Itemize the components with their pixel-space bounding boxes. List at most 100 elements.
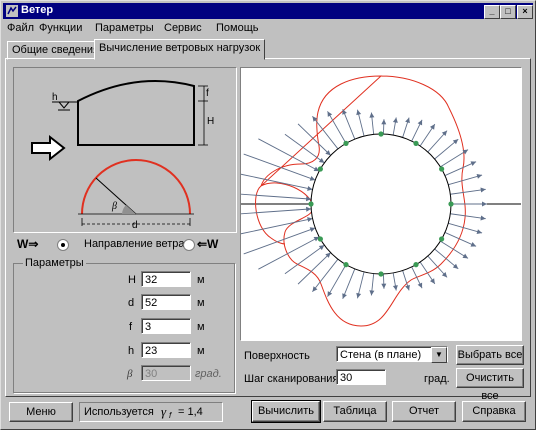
maximize-icon[interactable]: □ [500, 5, 516, 19]
building-schematic: h f H β d [31, 80, 214, 231]
title-bar: Ветер _ □ × [3, 3, 533, 19]
pressure-arrow [243, 227, 316, 255]
menu-help[interactable]: Помощь [216, 22, 259, 34]
gamma-status: Используется γ f = 1,4 [79, 402, 223, 422]
main-window: Ветер _ □ × Файл Функции Параметры Серви… [0, 0, 536, 430]
pressure-node [413, 140, 419, 146]
help-button[interactable]: Справка [462, 401, 526, 422]
surface-select[interactable]: Стена (в плане) ▼ [336, 346, 448, 363]
param-d-unit: м [197, 297, 205, 309]
h-label: h [52, 92, 58, 103]
report-button[interactable]: Отчет [392, 401, 456, 422]
pressure-arrow [243, 153, 316, 181]
param-h-name: h [128, 345, 135, 357]
tab-wind-loads[interactable]: Вычисление ветровых нагрузок [94, 39, 266, 60]
pressure-node [308, 201, 314, 207]
table-button[interactable]: Таблица [323, 401, 387, 422]
param-H-input[interactable]: 32 [141, 271, 191, 287]
pressure-arrow-head [429, 278, 435, 284]
menu-service[interactable]: Сервис [164, 22, 202, 34]
pressure-node [343, 140, 349, 146]
param-f-unit: м [197, 321, 205, 333]
pressure-arrow-head [462, 253, 469, 259]
pressure-arrow-head [318, 157, 325, 163]
wind-pressure-plot [223, 67, 522, 341]
wind-left-label: W⇒ [17, 237, 39, 251]
pressure-node [448, 201, 454, 207]
menu-file[interactable]: Файл [7, 22, 34, 34]
compute-button[interactable]: Вычислить [251, 400, 321, 423]
param-h-unit: м [197, 345, 205, 357]
param-beta-unit: град. [195, 368, 222, 380]
pressure-arrow [450, 188, 486, 195]
pressure-arrow-head [306, 206, 312, 212]
pressure-node [439, 166, 445, 172]
pressure-arrow-head [482, 201, 487, 207]
pressure-node [378, 271, 384, 277]
menu-button[interactable]: Меню [9, 402, 73, 422]
pressure-arrow-head [405, 284, 410, 291]
pressure-node [413, 262, 419, 268]
step-unit: град. [424, 373, 450, 385]
surface-value: Стена (в плане) [340, 349, 422, 361]
pressure-arrow [258, 236, 320, 270]
pressure-arrow-head [392, 117, 398, 123]
param-H-name: H [128, 274, 136, 286]
beta-label: β [111, 201, 117, 212]
pressure-arrow [297, 123, 331, 156]
surface-label: Поверхность [244, 350, 310, 362]
window-title: Ветер [21, 4, 54, 16]
param-d-input[interactable]: 52 [141, 294, 191, 310]
pressure-arrow [223, 192, 312, 200]
pressure-arrow [297, 252, 331, 285]
gamma-prefix: Используется [84, 406, 154, 418]
step-label: Шаг сканирования [244, 373, 339, 385]
pressure-arrow-head [476, 173, 483, 179]
step-input[interactable]: 30 [336, 369, 386, 385]
H-label: H [207, 116, 214, 127]
direction-radio-left[interactable] [57, 239, 69, 251]
param-f-input[interactable]: 3 [141, 318, 191, 334]
param-beta-input: 30 [141, 365, 191, 381]
pressure-arrow-head [480, 187, 486, 193]
select-all-button[interactable]: Выбрать все [456, 345, 524, 365]
direction-radio-right[interactable] [183, 239, 195, 251]
pressure-arrow [450, 213, 486, 220]
structure-circle [310, 133, 452, 275]
app-icon [6, 5, 18, 17]
menu-functions[interactable]: Функции [39, 22, 82, 34]
menu-parameters[interactable]: Параметры [95, 22, 154, 34]
param-h-input[interactable]: 23 [141, 342, 191, 358]
pressure-arrow-head [312, 286, 318, 292]
close-icon[interactable]: × [517, 5, 533, 19]
pressure-arrow [312, 115, 339, 150]
clear-all-button[interactable]: Очистить все [456, 368, 524, 402]
pressure-arrow [448, 174, 483, 186]
pressure-diagram [223, 75, 521, 327]
pressure-arrow-head [381, 119, 387, 125]
gamma-sub: f [169, 411, 172, 420]
gamma-symbol: γ [161, 404, 167, 419]
schematic-panel: h f H β d [13, 67, 237, 233]
pressure-arrow-head [429, 124, 435, 130]
pressure-arrow-head [356, 292, 362, 299]
d-label: d [132, 220, 138, 231]
param-beta-name: β [127, 368, 133, 380]
pressure-node [439, 236, 445, 242]
pressure-arrow-head [405, 117, 410, 124]
pressure-arrow-head [392, 285, 398, 291]
pressure-node [378, 131, 384, 137]
f-label: f [206, 88, 209, 99]
menu-bar: Файл Функции Параметры Сервис Помощь [3, 20, 533, 36]
pressure-node [343, 262, 349, 268]
pressure-arrow-head [356, 109, 362, 116]
chevron-down-icon[interactable]: ▼ [431, 347, 447, 363]
minimize-icon[interactable]: _ [484, 5, 500, 19]
pressure-arrow [448, 222, 483, 234]
param-d-name: d [128, 297, 135, 309]
wind-right-label: ⇐W [197, 237, 219, 251]
pressure-arrow-head [318, 245, 325, 251]
pressure-arrow-head [480, 215, 486, 221]
pressure-arrow-head [381, 283, 387, 289]
pressure-arrow [223, 208, 312, 216]
